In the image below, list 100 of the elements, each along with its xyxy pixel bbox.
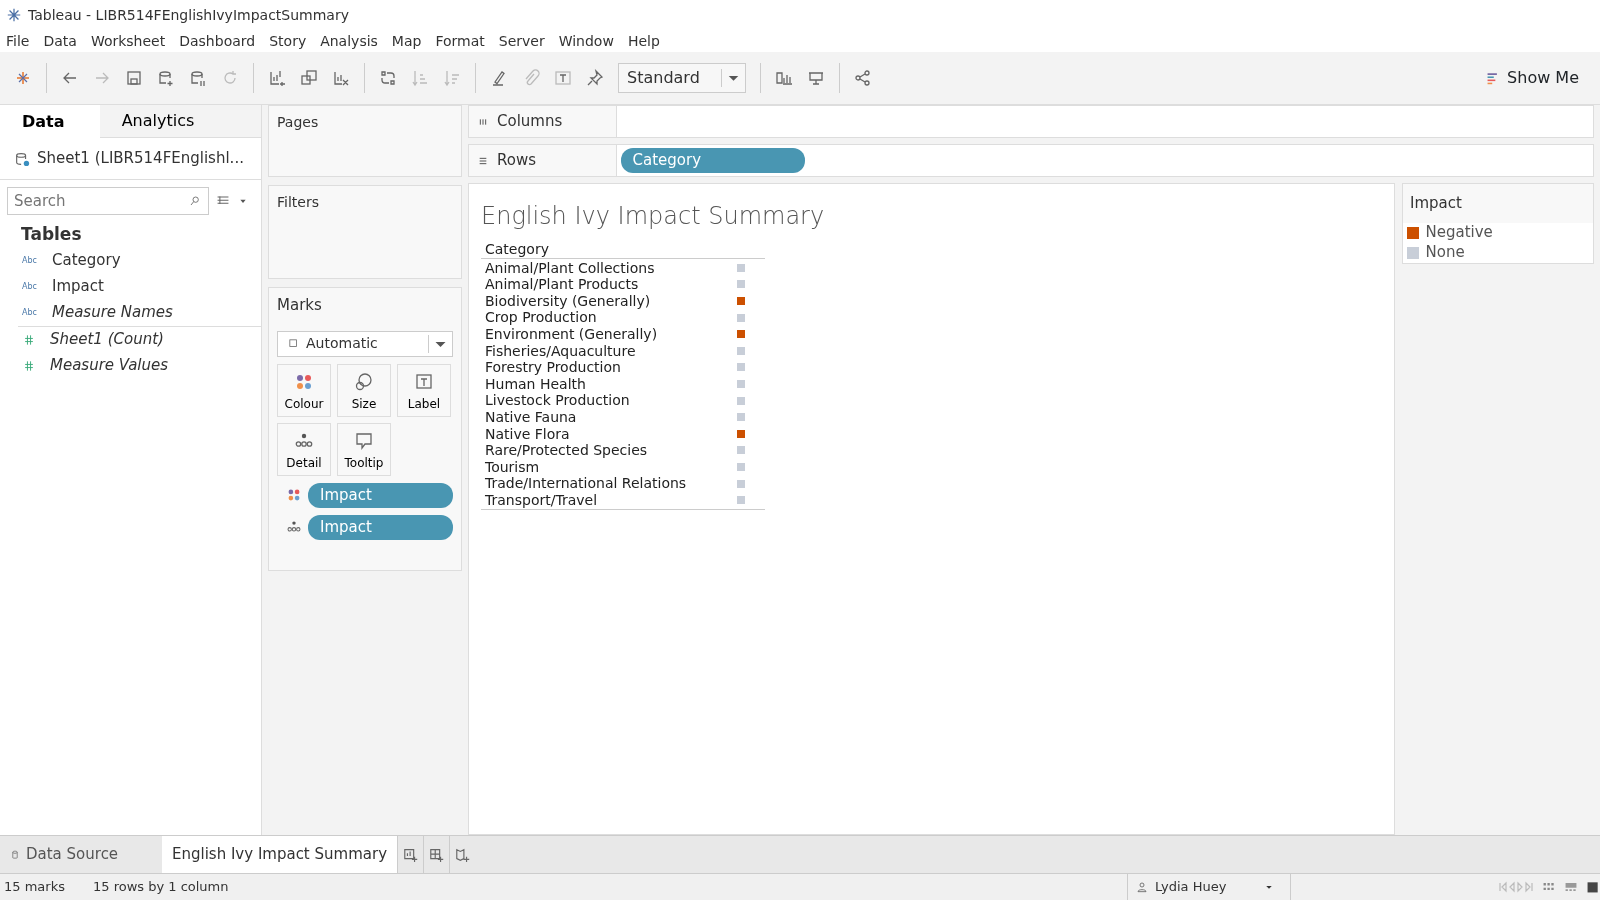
field-type-label: Abc <box>22 254 38 267</box>
row-label: Biodiversity (Generally) <box>485 292 651 310</box>
tooltip-mark-button[interactable]: Tooltip <box>337 422 391 476</box>
row-label: Human Health <box>485 375 586 393</box>
mark-type-value: Automatic <box>306 334 378 353</box>
clear-sheet-icon[interactable] <box>332 69 350 87</box>
dots-icon <box>287 520 301 534</box>
field-name[interactable]: Category <box>52 249 121 272</box>
datasource-icon <box>14 150 30 167</box>
column-header: Category <box>481 241 765 259</box>
row-label: Environment (Generally) <box>485 325 658 343</box>
shelf-title: Filters <box>277 193 320 212</box>
field-name[interactable]: Impact <box>52 275 104 298</box>
detail-mark-button[interactable]: Detail <box>277 422 331 476</box>
filmstrip-view-icon[interactable] <box>1564 880 1578 894</box>
legend-label[interactable]: Negative <box>1425 221 1493 244</box>
fit-dropdown-value: Standard <box>627 67 700 89</box>
filters-shelf[interactable]: Filters <box>268 185 462 279</box>
columns-shelf[interactable]: Columns <box>468 105 1594 138</box>
fit-dropdown[interactable]: Standard <box>618 63 746 93</box>
dots-icon <box>295 431 313 450</box>
menu-item[interactable]: Format <box>435 30 485 52</box>
presentation-icon[interactable] <box>807 69 825 87</box>
menu-item[interactable]: Story <box>269 30 307 52</box>
menu-item[interactable]: Map <box>391 30 422 52</box>
pin-icon[interactable] <box>586 69 604 87</box>
field-type-label: Abc <box>22 306 38 319</box>
pane-tab[interactable]: Analytics <box>99 105 261 138</box>
show-cards-icon[interactable] <box>775 69 793 87</box>
menu-item[interactable]: Window <box>558 30 614 52</box>
datasource-name[interactable]: Sheet1 (LIBR514FEnglishl... <box>37 147 244 170</box>
new-story-icon[interactable] <box>454 846 471 863</box>
user-icon <box>1136 881 1148 893</box>
user-menu[interactable]: Lydia Huey <box>1127 874 1282 900</box>
add-datasource-icon[interactable] <box>157 69 175 87</box>
share-icon[interactable] <box>854 69 872 87</box>
circles-icon <box>355 372 373 391</box>
search-field[interactable]: Search <box>7 187 209 215</box>
new-worksheet-icon[interactable] <box>402 846 419 863</box>
row-label: Trade/International Relations <box>485 475 687 492</box>
section-heading: Tables <box>20 223 83 246</box>
mark-type-dropdown[interactable]: Automatic <box>277 330 453 357</box>
row-label: Native Flora <box>485 425 570 443</box>
new-worksheet-icon[interactable] <box>268 69 286 87</box>
menu-item[interactable]: File <box>6 30 30 52</box>
view-title: English Ivy Impact Summary <box>481 201 826 232</box>
legend-title: Impact <box>1403 184 1593 223</box>
field-type-label: Abc <box>22 280 38 293</box>
status-text: 15 rows by 1 column <box>92 878 229 897</box>
menu-item[interactable]: Data <box>43 30 77 52</box>
sheet-tab[interactable]: Data Source <box>0 836 162 873</box>
shelf-label: Columns <box>497 111 563 133</box>
speech-bubble-icon <box>355 431 373 450</box>
highlight-pen-icon[interactable] <box>490 69 508 87</box>
menu-item[interactable]: Dashboard <box>179 30 256 52</box>
new-dashboard-icon[interactable] <box>428 846 445 863</box>
save-icon[interactable] <box>125 69 143 87</box>
legend-label[interactable]: None <box>1425 241 1465 264</box>
pause-datasource-icon[interactable] <box>189 69 207 87</box>
colour-mark-button[interactable]: Colour <box>277 363 331 417</box>
text-label-icon[interactable] <box>554 69 572 87</box>
row-label: Tourism <box>485 458 540 476</box>
tableau-logo-icon[interactable] <box>14 69 32 87</box>
shelf-label: Rows <box>497 150 536 172</box>
status-text: 15 marks <box>3 878 66 897</box>
pages-shelf[interactable]: Pages <box>268 105 462 177</box>
row-label: Crop Production <box>485 309 597 326</box>
search-icon <box>189 195 201 207</box>
show-me-button[interactable]: Show Me <box>1479 62 1586 94</box>
square-mark-icon <box>288 338 299 349</box>
row-label: Native Fauna <box>485 408 577 426</box>
menu-item[interactable]: Server <box>498 30 545 52</box>
window-title: Tableau - LIBR514FEnglishIvyImpactSummary <box>28 5 349 25</box>
size-mark-button[interactable]: Size <box>337 363 391 417</box>
swap-icon[interactable] <box>379 69 397 87</box>
row-label: Rare/Protected Species <box>485 442 648 459</box>
sheet-tab[interactable]: English Ivy Impact Summary <box>162 836 397 873</box>
database-icon <box>10 848 20 861</box>
field-name[interactable]: Measure Values <box>50 354 169 377</box>
menu-item[interactable]: Worksheet <box>90 30 166 52</box>
shelf-title: Pages <box>277 113 320 132</box>
field-name[interactable]: Sheet1 (Count) <box>50 328 164 351</box>
number-type-icon <box>22 358 36 373</box>
number-type-icon <box>22 332 36 347</box>
tableau-logo-icon <box>6 7 22 23</box>
color-dots-icon <box>295 372 313 391</box>
row-label: Forestry Production <box>485 359 621 376</box>
duplicate-icon[interactable] <box>300 69 318 87</box>
marks-title: Marks <box>277 295 323 316</box>
user-name: Lydia Huey <box>1155 878 1228 897</box>
row-label: Transport/Travel <box>485 491 598 509</box>
color-dots-icon <box>287 488 301 502</box>
row-label: Livestock Production <box>485 392 630 409</box>
menu-item[interactable]: Analysis <box>320 30 378 52</box>
row-label: Animal/Plant Products <box>485 276 639 293</box>
rows-shelf[interactable]: Rows Category <box>468 144 1594 177</box>
label-mark-button[interactable]: Label <box>397 363 451 417</box>
text-label-icon <box>415 372 433 391</box>
field-name[interactable]: Measure Names <box>52 301 173 324</box>
menu-item[interactable]: Help <box>627 30 660 52</box>
